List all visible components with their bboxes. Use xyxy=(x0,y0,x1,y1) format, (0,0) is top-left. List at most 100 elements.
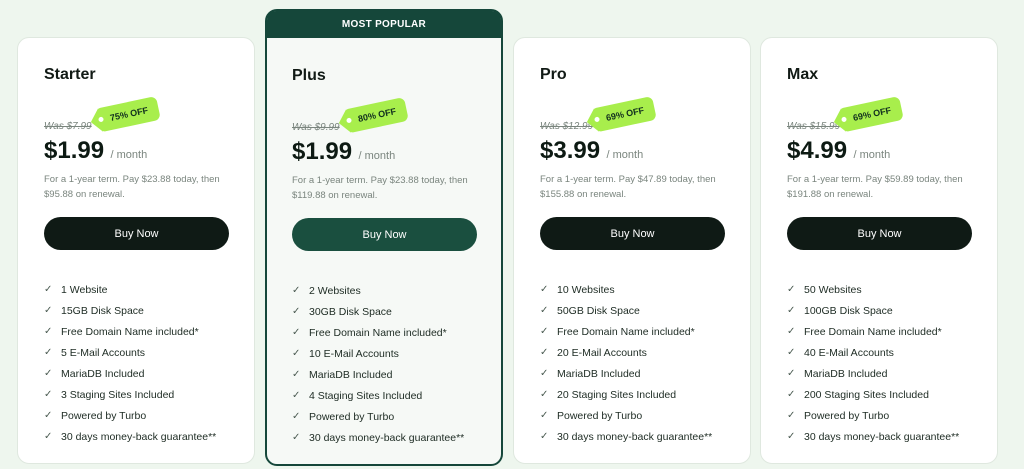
check-icon: ✓ xyxy=(540,410,549,421)
check-icon: ✓ xyxy=(292,327,301,338)
check-icon: ✓ xyxy=(44,284,53,295)
check-icon: ✓ xyxy=(787,410,796,421)
price: $1.99 xyxy=(44,137,105,164)
discount-tag: 80% OFF xyxy=(345,97,409,133)
plan-name: Max xyxy=(787,66,819,83)
feature-label: Free Domain Name included* xyxy=(309,326,447,339)
feature-label: MariaDB Included xyxy=(61,367,145,380)
feature-item: ✓ Powered by Turbo xyxy=(540,405,712,426)
price: $1.99 xyxy=(292,138,353,165)
buy-now-button[interactable]: Buy Now xyxy=(787,217,972,250)
price: $4.99 xyxy=(787,137,848,164)
feature-item: ✓ 100GB Disk Space xyxy=(787,300,959,321)
original-price: Was $12.99 xyxy=(540,121,594,132)
feature-label: MariaDB Included xyxy=(804,367,888,380)
check-icon: ✓ xyxy=(787,305,796,316)
feature-list: ✓ 50 Websites ✓ 100GB Disk Space ✓ Free Dom… xyxy=(787,279,959,447)
feature-item: ✓ 15GB Disk Space xyxy=(44,300,216,321)
term-text: For a 1-year term. Pay $59.89 today, the… xyxy=(787,174,963,200)
check-icon: ✓ xyxy=(540,326,549,337)
feature-label: 20 Staging Sites Included xyxy=(557,388,677,401)
feature-label: Free Domain Name included* xyxy=(61,325,199,338)
check-icon: ✓ xyxy=(540,284,549,295)
feature-label: Powered by Turbo xyxy=(804,409,890,422)
feature-item: ✓ 10 E-Mail Accounts xyxy=(292,343,464,364)
feature-list: ✓ 2 Websites ✓ 30GB Disk Space ✓ Free Domai… xyxy=(292,280,464,448)
price-row: $1.99 / month xyxy=(292,138,395,166)
feature-label: 30 days money-back guarantee** xyxy=(309,431,465,444)
feature-item: ✓ Powered by Turbo xyxy=(44,405,216,426)
feature-label: 100GB Disk Space xyxy=(804,304,893,317)
plan-card-pro: Pro Was $12.99 69% OFF $3.99 / month For… xyxy=(513,37,751,464)
check-icon: ✓ xyxy=(292,306,301,317)
price-row: $4.99 / month xyxy=(787,137,890,165)
feature-label: MariaDB Included xyxy=(309,368,393,381)
buy-now-button[interactable]: Buy Now xyxy=(540,217,725,250)
feature-label: 200 Staging Sites Included xyxy=(804,388,929,401)
feature-item: ✓ Powered by Turbo xyxy=(292,406,464,427)
feature-label: Powered by Turbo xyxy=(557,409,643,422)
plan-card-plus: MOST POPULAR Plus Was $9.99 80% OFF $1.9… xyxy=(265,9,503,466)
check-icon: ✓ xyxy=(787,347,796,358)
feature-item: ✓ 30 days money-back guarantee** xyxy=(44,426,216,447)
feature-label: 50GB Disk Space xyxy=(557,304,640,317)
feature-item: ✓ 30 days money-back guarantee** xyxy=(292,427,464,448)
feature-label: 1 Website xyxy=(61,283,108,296)
check-icon: ✓ xyxy=(787,431,796,442)
check-icon: ✓ xyxy=(44,326,53,337)
feature-label: 30 days money-back guarantee** xyxy=(557,430,713,443)
buy-now-button[interactable]: Buy Now xyxy=(292,218,477,251)
check-icon: ✓ xyxy=(292,411,301,422)
feature-label: 30 days money-back guarantee** xyxy=(61,430,217,443)
feature-item: ✓ 20 Staging Sites Included xyxy=(540,384,712,405)
feature-label: 40 E-Mail Accounts xyxy=(804,346,894,359)
feature-label: 2 Websites xyxy=(309,284,361,297)
buy-now-button[interactable]: Buy Now xyxy=(44,217,229,250)
feature-label: 4 Staging Sites Included xyxy=(309,389,423,402)
original-price: Was $7.99 xyxy=(44,121,92,132)
feature-item: ✓ 5 E-Mail Accounts xyxy=(44,342,216,363)
check-icon: ✓ xyxy=(292,348,301,359)
check-icon: ✓ xyxy=(787,389,796,400)
plan-name: Starter xyxy=(44,66,96,83)
feature-item: ✓ 200 Staging Sites Included xyxy=(787,384,959,405)
check-icon: ✓ xyxy=(292,369,301,380)
feature-label: 3 Staging Sites Included xyxy=(61,388,175,401)
feature-item: ✓ 4 Staging Sites Included xyxy=(292,385,464,406)
most-popular-banner: MOST POPULAR xyxy=(267,11,501,38)
feature-item: ✓ MariaDB Included xyxy=(540,363,712,384)
feature-item: ✓ 10 Websites xyxy=(540,279,712,300)
feature-list: ✓ 10 Websites ✓ 50GB Disk Space ✓ Free Doma… xyxy=(540,279,712,447)
plan-name: Pro xyxy=(540,66,567,83)
feature-item: ✓ 40 E-Mail Accounts xyxy=(787,342,959,363)
feature-item: ✓ 2 Websites xyxy=(292,280,464,301)
original-price: Was $9.99 xyxy=(292,122,340,133)
discount-tag: 75% OFF xyxy=(97,96,161,132)
feature-list: ✓ 1 Website ✓ 15GB Disk Space ✓ Free Domain… xyxy=(44,279,216,447)
check-icon: ✓ xyxy=(540,305,549,316)
plan-name: Plus xyxy=(292,67,326,84)
term-text: For a 1-year term. Pay $47.89 today, the… xyxy=(540,174,716,200)
price: $3.99 xyxy=(540,137,601,164)
feature-item: ✓ 30 days money-back guarantee** xyxy=(787,426,959,447)
discount-tag: 69% OFF xyxy=(840,96,904,132)
feature-label: Free Domain Name included* xyxy=(557,325,695,338)
feature-item: ✓ MariaDB Included xyxy=(44,363,216,384)
check-icon: ✓ xyxy=(44,389,53,400)
check-icon: ✓ xyxy=(44,347,53,358)
price-period: / month xyxy=(358,150,396,162)
check-icon: ✓ xyxy=(787,368,796,379)
feature-item: ✓ MariaDB Included xyxy=(292,364,464,385)
feature-label: 10 E-Mail Accounts xyxy=(309,347,399,360)
feature-item: ✓ 30GB Disk Space xyxy=(292,301,464,322)
feature-label: 10 Websites xyxy=(557,283,615,296)
feature-label: 15GB Disk Space xyxy=(61,304,144,317)
plan-card-max: Max Was $15.99 69% OFF $4.99 / month For… xyxy=(760,37,998,464)
term-text: For a 1-year term. Pay $23.88 today, the… xyxy=(44,174,220,200)
feature-label: 30GB Disk Space xyxy=(309,305,392,318)
check-icon: ✓ xyxy=(44,368,53,379)
price-row: $1.99 / month xyxy=(44,137,147,165)
check-icon: ✓ xyxy=(540,431,549,442)
price-period: / month xyxy=(853,149,891,161)
feature-label: MariaDB Included xyxy=(557,367,641,380)
